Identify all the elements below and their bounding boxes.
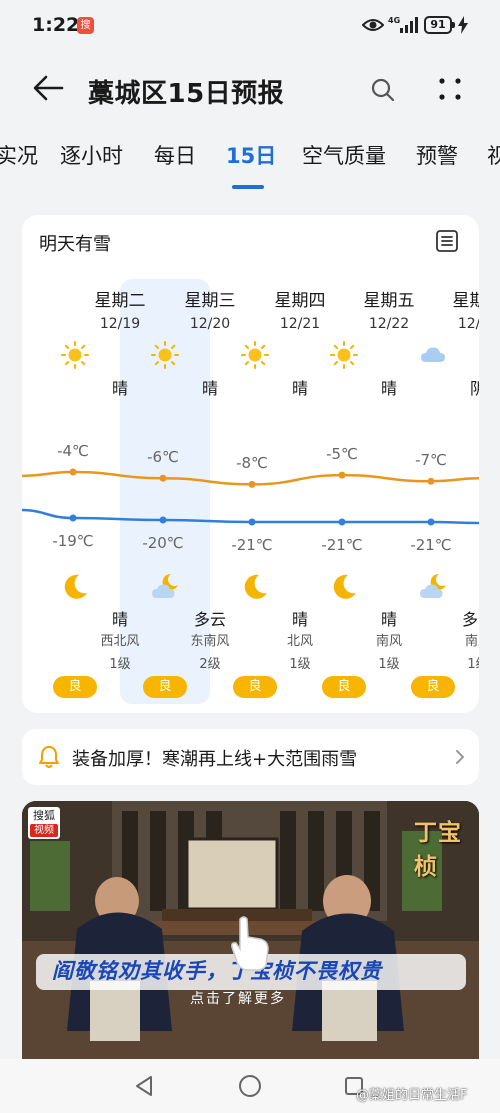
eye-icon xyxy=(362,19,384,31)
nav-back-icon[interactable] xyxy=(134,1075,154,1097)
low-temp-point xyxy=(338,518,346,526)
bell-icon xyxy=(39,746,59,768)
tab-bar: 实况 逐小时 每日 15日 空气质量 预警 视 xyxy=(0,140,500,190)
tab-daily[interactable]: 每日 xyxy=(154,140,196,170)
video-ad-card[interactable]: 搜狐 视频 丁宝桢 阎敬铭劝其收手，丁宝桢不畏权贵 点击了解更多 xyxy=(22,801,479,1059)
forecast-card: 明天有雪 星期二 12/19 晴晴西北风 1级良星期三 12/20 晴多云 东南风 2级良星期… xyxy=(22,215,479,713)
aqi-badge: 良 xyxy=(53,676,97,698)
wind-level: 1级 xyxy=(467,657,479,672)
wind-direction: 南风 xyxy=(464,634,479,649)
aqi-badge: 良 xyxy=(411,676,455,698)
high-temp-label: -8℃ xyxy=(236,454,268,473)
tab-hourly[interactable]: 逐小时 xyxy=(60,140,123,170)
battery-tip xyxy=(452,22,455,28)
status-time: 1:22 xyxy=(32,14,80,36)
weekday-label: 星期六 xyxy=(452,291,480,311)
app-notification-icon: 搜 xyxy=(77,17,94,34)
title-bar: 藁城区15日预报 xyxy=(0,52,500,130)
tab-video[interactable]: 视 xyxy=(487,140,500,170)
low-temp-label: -20℃ xyxy=(142,534,184,552)
low-temp-point xyxy=(69,514,77,522)
tab-warnings[interactable]: 预警 xyxy=(416,140,458,170)
low-temp-label: -21℃ xyxy=(231,536,273,554)
tab-air-quality[interactable]: 空气质量 xyxy=(302,140,386,170)
logo-bottom-text: 视频 xyxy=(30,824,58,837)
page-title: 藁城区15日预报 xyxy=(88,79,285,109)
low-temp-point xyxy=(248,518,256,526)
sun-icon xyxy=(241,341,269,373)
weather-alert-banner[interactable]: 装备加厚！寒潮再上线+大范围雨雪 xyxy=(22,729,479,785)
logo-top-text: 搜狐 xyxy=(33,809,55,822)
nav-home-icon[interactable] xyxy=(238,1074,262,1098)
search-icon[interactable] xyxy=(370,77,396,103)
low-temp-point xyxy=(427,518,435,526)
high-temp-point xyxy=(159,474,167,482)
back-arrow-icon[interactable] xyxy=(32,74,64,102)
learn-more-link[interactable]: 点击了解更多 xyxy=(190,988,286,1008)
high-temp-label: -5℃ xyxy=(326,445,358,464)
high-temp-label: -6℃ xyxy=(147,448,179,467)
moon-icon xyxy=(241,573,269,605)
chevron-right-icon xyxy=(456,750,464,764)
high-temp-point xyxy=(248,480,256,488)
moon-icon xyxy=(61,573,89,605)
date-label: 12/23 xyxy=(457,316,479,332)
sun-icon xyxy=(61,341,89,373)
high-temp-point xyxy=(69,468,77,476)
low-temp-point xyxy=(159,516,167,524)
sun-icon xyxy=(151,341,179,373)
night-condition: 多云 xyxy=(461,610,479,629)
network-type: 4G xyxy=(388,16,400,25)
high-temp-label: -4℃ xyxy=(57,442,89,460)
tap-hand-icon xyxy=(231,916,269,971)
moon-cloud-icon xyxy=(151,573,179,605)
status-bar: 1:22 搜 4G 91 xyxy=(0,0,500,52)
aqi-badge: 良 xyxy=(143,676,187,698)
aqi-badge: 良 xyxy=(233,676,277,698)
alert-text: 装备加厚！寒潮再上线+大范围雨雪 xyxy=(72,749,358,770)
tab-live[interactable]: 实况 xyxy=(0,140,38,170)
moon-cloud-icon xyxy=(419,573,447,605)
high-temp-point xyxy=(427,477,435,485)
tab-15-day[interactable]: 15日 xyxy=(226,140,276,170)
day-condition: 阴 xyxy=(469,379,479,398)
low-temp-label: -21℃ xyxy=(321,536,363,554)
low-temp-label: -21℃ xyxy=(410,536,452,554)
active-tab-indicator xyxy=(232,185,264,189)
low-temp-label: -19℃ xyxy=(52,532,94,550)
high-temp-point xyxy=(338,471,346,479)
sohu-video-logo: 搜狐 视频 xyxy=(28,807,60,839)
more-options-icon[interactable] xyxy=(439,78,461,100)
watermark: @藁姐的日常生活F xyxy=(356,1088,468,1103)
sun-icon xyxy=(330,341,358,373)
system-nav-bar: @藁姐的日常生活F xyxy=(0,1059,500,1113)
cloud-icon xyxy=(419,341,447,373)
signal-icon: 4G xyxy=(388,16,418,33)
show-title: 丁宝桢 xyxy=(414,819,462,880)
video-caption: 阎敬铭劝其收手，丁宝桢不畏权贵 xyxy=(52,959,382,983)
moon-icon xyxy=(330,573,358,605)
charging-icon xyxy=(458,16,468,34)
battery-icon: 91 xyxy=(424,16,452,34)
aqi-badge: 良 xyxy=(322,676,366,698)
high-temp-label: -7℃ xyxy=(415,451,447,470)
